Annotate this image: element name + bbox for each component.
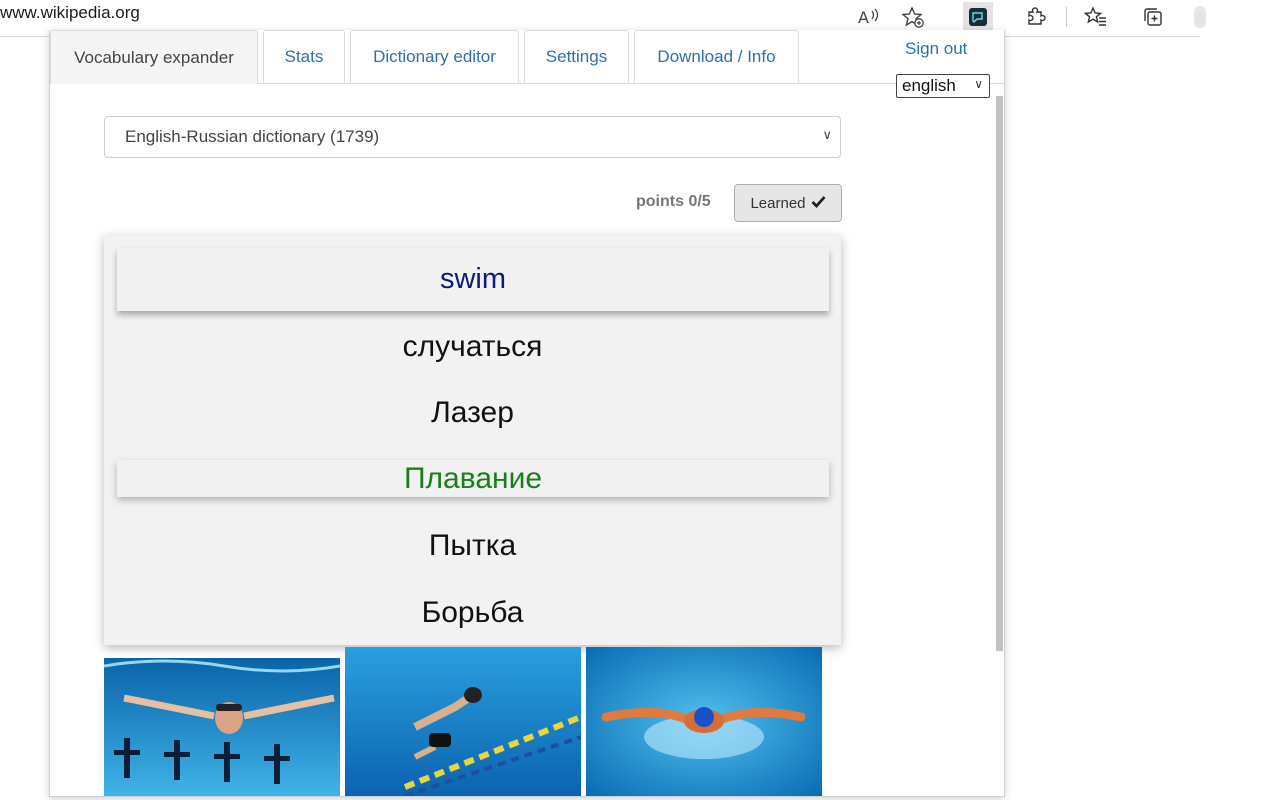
swimmer-image bbox=[345, 647, 581, 796]
answer-option[interactable]: Пытка bbox=[104, 521, 841, 571]
read-aloud-icon[interactable]: A bbox=[853, 2, 883, 32]
checkmark-icon bbox=[811, 195, 826, 212]
extensions-icon[interactable] bbox=[1020, 2, 1050, 32]
learned-button-label: Learned bbox=[750, 194, 806, 212]
answer-option[interactable]: Лазер bbox=[104, 388, 841, 438]
collections-icon[interactable] bbox=[1138, 2, 1168, 32]
points-counter: points 0/5 bbox=[636, 193, 711, 210]
answer-option-correct[interactable]: Плавание bbox=[117, 460, 829, 497]
svg-text:A: A bbox=[858, 8, 869, 27]
tab-stats[interactable]: Stats bbox=[263, 30, 345, 83]
profile-icon[interactable] bbox=[1194, 6, 1206, 28]
extension-active-icon[interactable] bbox=[963, 2, 993, 32]
chevron-down-icon: ∨ bbox=[974, 77, 983, 91]
quiz-card: swim случаться Лазер Плавание Пытка Борь… bbox=[104, 235, 841, 645]
address-bar-url[interactable]: www.wikipedia.org bbox=[0, 3, 140, 23]
favorite-add-icon[interactable] bbox=[898, 2, 928, 32]
favorites-icon[interactable] bbox=[1081, 2, 1111, 32]
answer-option[interactable]: Борьба bbox=[104, 588, 841, 638]
tab-dictionary-editor[interactable]: Dictionary editor bbox=[350, 30, 519, 83]
tab-vocabulary-expander[interactable]: Vocabulary expander bbox=[50, 30, 258, 84]
answer-option[interactable]: случаться bbox=[104, 322, 841, 372]
toolbar-separator bbox=[1066, 7, 1067, 27]
popup-scrollbar[interactable] bbox=[996, 96, 1003, 651]
sign-out-link[interactable]: Sign out bbox=[905, 39, 967, 59]
tab-download-info[interactable]: Download / Info bbox=[634, 30, 799, 83]
chevron-down-icon: ∨ bbox=[822, 128, 832, 143]
language-select[interactable]: english ∨ bbox=[896, 74, 990, 98]
quiz-word: swim bbox=[117, 248, 829, 311]
extension-popup: Vocabulary expander Stats Dictionary edi… bbox=[49, 30, 1005, 797]
swimmer-image bbox=[586, 647, 822, 796]
tab-settings[interactable]: Settings bbox=[524, 30, 629, 83]
dictionary-select-value: English-Russian dictionary (1739) bbox=[125, 127, 380, 146]
language-select-value: english bbox=[902, 76, 956, 95]
learned-button[interactable]: Learned bbox=[734, 184, 842, 222]
dictionary-select[interactable]: English-Russian dictionary (1739) ∨ bbox=[104, 116, 841, 158]
swimmer-image bbox=[104, 658, 340, 796]
